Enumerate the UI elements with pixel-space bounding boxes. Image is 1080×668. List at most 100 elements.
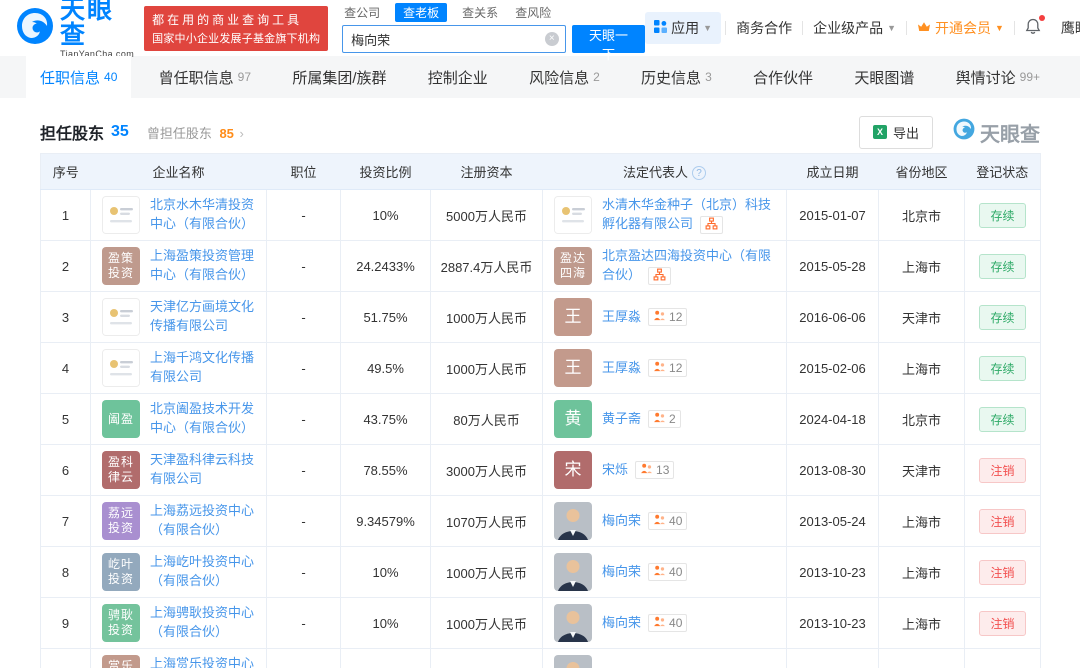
column-header: 法定代表人? xyxy=(542,153,787,190)
tianyancha-swirl-icon xyxy=(953,118,975,146)
export-button[interactable]: X 导出 xyxy=(858,115,933,149)
legal-rep-link[interactable]: 黄子斋 xyxy=(602,411,641,426)
nav-tab-count: 40 xyxy=(104,70,118,84)
establish-date-cell: 2013-08-30 xyxy=(786,444,879,496)
legal-rep-link[interactable]: 王厚淼 xyxy=(602,309,641,324)
status-cell xyxy=(964,648,1041,668)
column-header: 投资比例 xyxy=(340,153,431,190)
company-name-link[interactable]: 天津亿方画境文化传播有限公司 xyxy=(150,298,260,336)
partner-chip[interactable]: 40 xyxy=(648,614,688,633)
company-text-avatar: 盈达 四海 xyxy=(554,247,592,285)
help-icon[interactable]: ? xyxy=(692,166,706,180)
nav-tab-5[interactable]: 风险信息 2 xyxy=(515,56,614,98)
nav-tab-2[interactable]: 曾任职信息 97 xyxy=(145,56,265,98)
partner-chip[interactable]: 12 xyxy=(648,359,688,378)
invest-ratio-cell: 43.75% xyxy=(340,393,431,445)
search-tab-1[interactable]: 查公司 xyxy=(342,3,382,22)
row-index: 2 xyxy=(40,240,91,292)
nav-tab-4[interactable]: 控制企业 xyxy=(414,56,502,98)
legal-rep-link[interactable]: 梅向荣 xyxy=(602,615,641,630)
menu-eagle-eye[interactable]: 鹰眼 ▼ xyxy=(1051,18,1080,38)
topbar: 天眼查 TianYanCha.com 都在用的商业查询工具 国家中小企业发展子基… xyxy=(0,0,1080,62)
company-name-link[interactable]: 上海屹叶投资中心（有限合伙） xyxy=(150,553,260,591)
menu-vip-upgrade[interactable]: 开通会员 ▼ xyxy=(907,18,1014,38)
row-index: 9 xyxy=(40,597,91,649)
row-index: 4 xyxy=(40,342,91,394)
nav-tab-label: 天眼图谱 xyxy=(854,69,915,87)
establish-date-cell: 2015-05-28 xyxy=(786,240,879,292)
legal-rep-link[interactable]: 梅向荣 xyxy=(602,564,641,579)
status-badge: 注销 xyxy=(979,610,1026,636)
row-index: 6 xyxy=(40,444,91,496)
partner-chip[interactable]: 12 xyxy=(648,308,688,327)
invest-ratio-cell xyxy=(340,648,431,668)
org-chart-chip[interactable] xyxy=(648,266,672,285)
partner-chip[interactable]: 40 xyxy=(648,563,688,582)
search-tab-4[interactable]: 查风险 xyxy=(513,3,553,22)
company-name-link[interactable]: 上海骋耿投资中心（有限合伙） xyxy=(150,604,260,642)
former-shareholder-link[interactable]: 曾担任股东 85 › xyxy=(147,123,244,142)
position-cell: - xyxy=(266,240,341,292)
company-name-link[interactable]: 上海盈策投资管理中心（有限合伙） xyxy=(150,247,260,285)
company-text-avatar: 黄 xyxy=(554,400,592,438)
region-cell: 上海市 xyxy=(878,597,965,649)
menu-apps[interactable]: 应用 ▼ xyxy=(645,12,722,44)
search-tab-2[interactable]: 查老板 xyxy=(395,3,448,22)
menu-business-coop[interactable]: 商务合作 xyxy=(726,18,802,38)
column-header: 职位 xyxy=(266,153,341,190)
invest-ratio-cell: 24.2433% xyxy=(340,240,431,292)
partner-count: 40 xyxy=(669,514,683,529)
search-input[interactable] xyxy=(342,25,566,53)
section-header: 担任股东 35 曾担任股东 85 › X 导出 天眼查 xyxy=(40,114,1040,150)
legal-rep-link[interactable]: 王厚淼 xyxy=(602,360,641,375)
registered-capital-cell: 1000万人民币 xyxy=(430,342,543,394)
search-tab-3[interactable]: 查关系 xyxy=(460,3,500,22)
position-cell: - xyxy=(266,189,341,241)
clear-input-icon[interactable]: × xyxy=(544,32,559,46)
status-cell: 注销 xyxy=(964,444,1041,496)
notification-bell-icon[interactable] xyxy=(1015,15,1051,38)
company-name-link[interactable]: 上海赏乐投资中心（有限合伙） xyxy=(150,655,260,668)
partner-chip[interactable]: 40 xyxy=(648,512,688,531)
region-cell: 北京市 xyxy=(878,189,965,241)
company-name-link[interactable]: 上海荔远投资中心（有限合伙） xyxy=(150,502,260,540)
establish-date-cell: 2013-10-23 xyxy=(786,597,879,649)
status-cell: 存续 xyxy=(964,342,1041,394)
menu-enterprise-products[interactable]: 企业级产品 ▼ xyxy=(803,18,906,38)
tianyancha-logo[interactable]: 天眼查 TianYanCha.com xyxy=(16,0,134,59)
company-name-link[interactable]: 天津盈科律云科技有限公司 xyxy=(150,451,260,489)
legal-rep-link[interactable]: 宋烁 xyxy=(602,462,628,477)
partner-chip[interactable]: 13 xyxy=(635,461,675,480)
promo-badge: 都在用的商业查询工具 国家中小企业发展子基金旗下机构 xyxy=(144,5,329,51)
column-header: 序号 xyxy=(40,153,91,190)
invest-ratio-cell: 10% xyxy=(340,546,431,598)
status-cell: 存续 xyxy=(964,393,1041,445)
region-cell: 天津市 xyxy=(878,444,965,496)
nav-tab-9[interactable]: 舆情讨论 99+ xyxy=(942,56,1054,98)
company-name-link[interactable]: 北京水木华清投资中心（有限合伙） xyxy=(150,196,260,234)
invest-ratio-cell: 78.55% xyxy=(340,444,431,496)
company-name-link[interactable]: 北京阖盈技术开发中心（有限合伙） xyxy=(150,400,260,438)
search-button[interactable]: 天眼一下 xyxy=(571,25,646,62)
partner-chip[interactable]: 2 xyxy=(648,410,681,429)
legal-rep-link[interactable]: 北京盈达四海投资中心（有限合伙） xyxy=(602,248,771,282)
nav-tab-7[interactable]: 合作伙伴 xyxy=(739,56,827,98)
establish-date-cell: 2016-06-06 xyxy=(786,291,879,343)
nav-tab-6[interactable]: 历史信息 3 xyxy=(627,56,726,98)
org-chart-chip[interactable] xyxy=(700,215,724,234)
region-cell: 天津市 xyxy=(878,291,965,343)
company-name-link[interactable]: 上海千鸿文化传播有限公司 xyxy=(150,349,260,387)
partner-count: 40 xyxy=(669,565,683,580)
registered-capital-cell: 3000万人民币 xyxy=(430,444,543,496)
invest-ratio-cell: 10% xyxy=(340,597,431,649)
company-text-avatar: 骋耿 投资 xyxy=(102,604,140,642)
chevron-right-icon: › xyxy=(239,125,244,141)
legal-rep-link[interactable]: 水清木华金种子（北京）科技孵化器有限公司 xyxy=(602,197,771,231)
nav-tab-3[interactable]: 所属集团/族群 xyxy=(278,56,400,98)
legal-rep-link[interactable]: 梅向荣 xyxy=(602,513,641,528)
nav-tab-1[interactable]: 任职信息 40 xyxy=(26,56,132,98)
establish-date-cell: 2013-10-23 xyxy=(786,546,879,598)
nav-tab-label: 所属集团/族群 xyxy=(292,69,387,87)
nav-tab-8[interactable]: 天眼图谱 xyxy=(840,56,928,98)
nav-tab-count: 99+ xyxy=(1019,70,1040,84)
